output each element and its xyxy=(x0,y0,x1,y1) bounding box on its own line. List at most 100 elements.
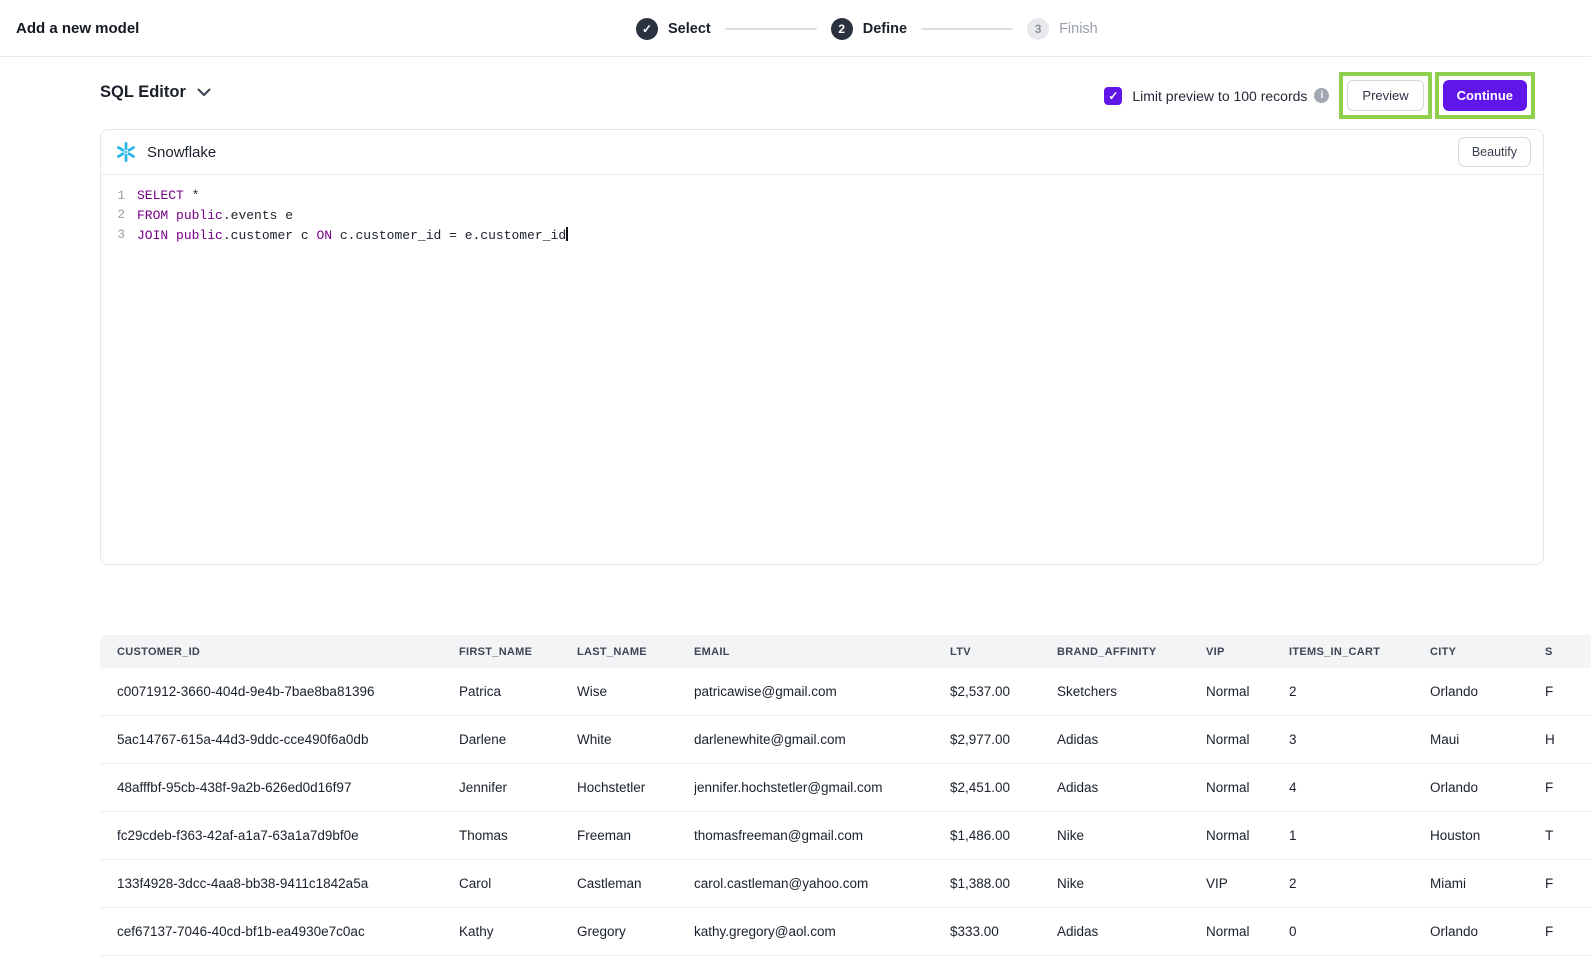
table-cell: Normal xyxy=(1206,684,1289,699)
table-cell: Maui xyxy=(1430,732,1545,747)
limit-preview-label: Limit preview to 100 records xyxy=(1132,88,1307,104)
sql-token: .events e xyxy=(223,208,293,223)
table-cell: F xyxy=(1545,876,1591,891)
step-finish[interactable]: 3 Finish xyxy=(1027,18,1098,40)
table-row: fc29cdeb-f363-42af-a1a7-63a1a7d9bf0eThom… xyxy=(100,812,1591,860)
column-header: LAST_NAME xyxy=(577,646,694,658)
column-header: S xyxy=(1545,646,1591,658)
snowflake-icon xyxy=(115,141,137,163)
table-cell: White xyxy=(577,732,694,747)
limit-preview-checkbox[interactable]: ✓ xyxy=(1104,87,1122,105)
table-cell: Sketchers xyxy=(1057,684,1206,699)
sql-token: ON xyxy=(316,228,332,243)
sql-token: public xyxy=(176,208,223,223)
table-cell: H xyxy=(1545,732,1591,747)
step-define[interactable]: 2 Define xyxy=(831,18,907,40)
table-cell: jennifer.hochstetler@gmail.com xyxy=(694,780,950,795)
table-cell: 48afffbf-95cb-438f-9a2b-626ed0d16f97 xyxy=(100,780,459,795)
table-cell: Orlando xyxy=(1430,684,1545,699)
table-row: 5ac14767-615a-44d3-9ddc-cce490f6a0dbDarl… xyxy=(100,716,1591,764)
table-cell: thomasfreeman@gmail.com xyxy=(694,828,950,843)
continue-button[interactable]: Continue xyxy=(1443,80,1527,111)
preview-controls: ✓ Limit preview to 100 records i Preview… xyxy=(1104,72,1535,119)
table-cell: darlenewhite@gmail.com xyxy=(694,732,950,747)
table-cell: $333.00 xyxy=(950,924,1057,939)
table-cell: Orlando xyxy=(1430,780,1545,795)
table-cell: $1,388.00 xyxy=(950,876,1057,891)
table-cell: kathy.gregory@aol.com xyxy=(694,924,950,939)
table-cell: Normal xyxy=(1206,732,1289,747)
info-icon[interactable]: i xyxy=(1314,88,1329,103)
top-bar: Add a new model ✓ Select 2 Define 3 Fini… xyxy=(0,0,1591,57)
column-header: ITEMS_IN_CART xyxy=(1289,646,1430,658)
sql-editor-card: Snowflake Beautify 1 SELECT * 2 FROM public… xyxy=(100,129,1544,565)
line-number: 1 xyxy=(101,189,125,203)
table-cell: Normal xyxy=(1206,924,1289,939)
source-name: Snowflake xyxy=(147,144,216,161)
table-cell: F xyxy=(1545,780,1591,795)
code-line: 3JOIN public.customer c ON c.customer_id… xyxy=(101,225,1543,245)
beautify-button[interactable]: Beautify xyxy=(1458,137,1531,167)
table-cell: 2 xyxy=(1289,876,1430,891)
table-cell: Adidas xyxy=(1057,732,1206,747)
table-cell: $2,451.00 xyxy=(950,780,1057,795)
table-cell: $2,977.00 xyxy=(950,732,1057,747)
code-text: FROM public.events e xyxy=(137,208,293,223)
table-cell: Nike xyxy=(1057,828,1206,843)
step-finish-circle: 3 xyxy=(1027,18,1049,40)
stepper-connector xyxy=(725,28,817,30)
check-icon: ✓ xyxy=(1108,89,1118,103)
table-cell: Gregory xyxy=(577,924,694,939)
sql-editor-header: Snowflake Beautify xyxy=(101,130,1543,175)
sql-code-editor[interactable]: 1 SELECT * 2 FROM public.events e 3 JOIN publ… xyxy=(101,175,1543,553)
sql-token: * xyxy=(184,188,200,203)
sql-token: JOIN xyxy=(137,228,168,243)
code-line: 2 FROM public.events e xyxy=(101,206,1543,226)
wizard-stepper: ✓ Select 2 Define 3 Finish xyxy=(636,0,1098,57)
step-define-label: Define xyxy=(863,21,907,37)
step-select[interactable]: ✓ Select xyxy=(636,18,711,40)
sql-token: public xyxy=(176,228,223,243)
table-cell: VIP xyxy=(1206,876,1289,891)
editor-type-dropdown[interactable]: SQL Editor xyxy=(100,78,211,106)
table-cell: 2 xyxy=(1289,684,1430,699)
code-text: SELECT * xyxy=(137,188,199,203)
table-cell: 133f4928-3dcc-4aa8-bb38-9411c1842a5a xyxy=(100,876,459,891)
line-number: 2 xyxy=(101,208,125,222)
table-cell: Normal xyxy=(1206,828,1289,843)
preview-button[interactable]: Preview xyxy=(1347,80,1423,111)
column-header: CUSTOMER_ID xyxy=(100,646,459,658)
code-line: 1 SELECT * xyxy=(101,186,1543,206)
table-cell: Orlando xyxy=(1430,924,1545,939)
sql-token xyxy=(168,208,176,223)
table-cell: c0071912-3660-404d-9e4b-7bae8ba81396 xyxy=(100,684,459,699)
table-cell: $2,537.00 xyxy=(950,684,1057,699)
table-row: 133f4928-3dcc-4aa8-bb38-9411c1842a5aCaro… xyxy=(100,860,1591,908)
table-cell: T xyxy=(1545,828,1591,843)
column-header: CITY xyxy=(1430,646,1545,658)
table-header-row: CUSTOMER_IDFIRST_NAMELAST_NAMEEMAILLTVBR… xyxy=(100,635,1591,668)
table-cell: Jennifer xyxy=(459,780,577,795)
column-header: BRAND_AFFINITY xyxy=(1057,646,1206,658)
table-cell: Thomas xyxy=(459,828,577,843)
table-cell: 3 xyxy=(1289,732,1430,747)
column-header: VIP xyxy=(1206,646,1289,658)
chevron-down-icon xyxy=(197,88,211,97)
check-icon: ✓ xyxy=(642,23,652,35)
table-row: c0071912-3660-404d-9e4b-7bae8ba81396Patr… xyxy=(100,668,1591,716)
table-cell: Hochstetler xyxy=(577,780,694,795)
stepper-connector xyxy=(921,28,1013,30)
sql-token xyxy=(168,228,176,243)
step-select-circle: ✓ xyxy=(636,18,658,40)
sql-token: SELECT xyxy=(137,188,184,203)
table-cell: Adidas xyxy=(1057,780,1206,795)
table-cell: Miami xyxy=(1430,876,1545,891)
column-header: LTV xyxy=(950,646,1057,658)
table-cell: fc29cdeb-f363-42af-a1a7-63a1a7d9bf0e xyxy=(100,828,459,843)
line-number: 3 xyxy=(101,228,125,242)
table-cell: patricawise@gmail.com xyxy=(694,684,950,699)
table-cell: 1 xyxy=(1289,828,1430,843)
continue-button-highlight: Continue xyxy=(1435,72,1535,119)
sql-token: c.customer_id = e.customer_id xyxy=(332,228,566,243)
table-cell: Nike xyxy=(1057,876,1206,891)
